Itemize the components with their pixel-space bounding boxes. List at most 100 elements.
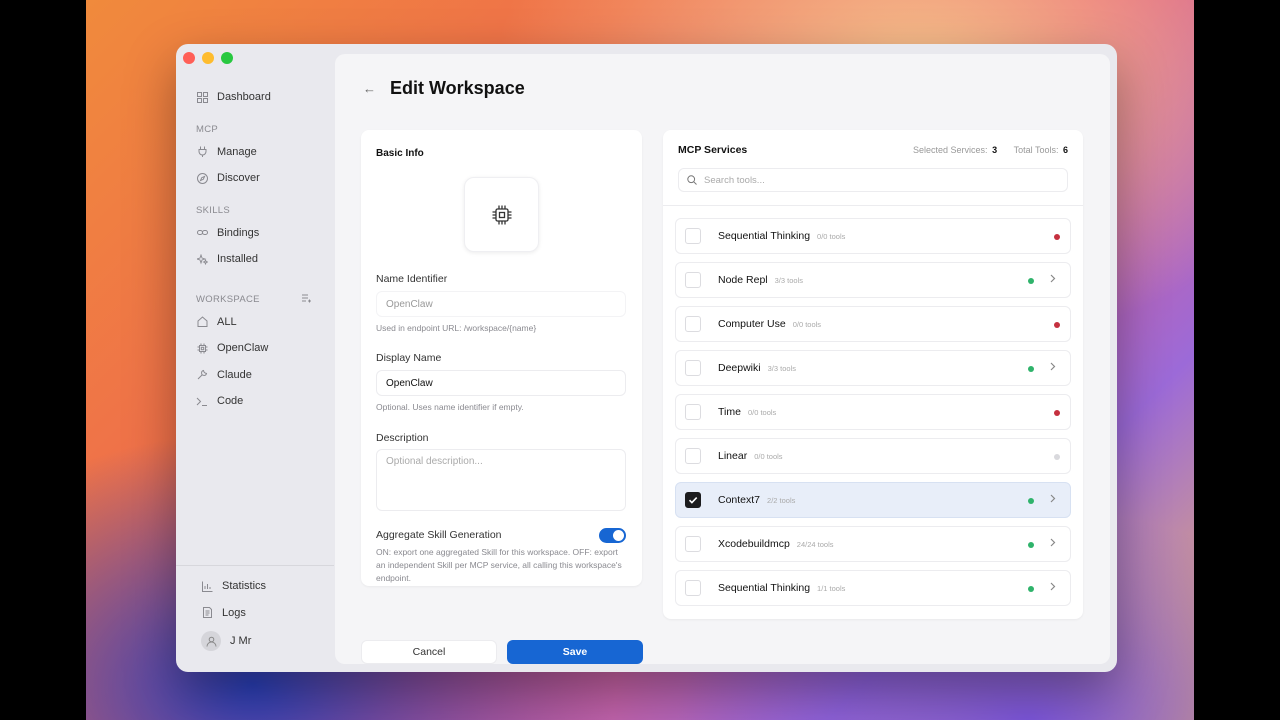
selected-services-label: Selected Services: [913,145,988,155]
sidebar-item-workspace-code[interactable]: Code [196,388,328,415]
mcp-service-row[interactable]: Deepwiki 3/3 tools [675,350,1071,386]
service-tool-count: 1/1 tools [817,583,846,593]
user-icon [206,636,216,647]
save-button[interactable]: Save [507,640,643,664]
service-checkbox[interactable] [685,492,701,508]
mcp-service-row[interactable]: Sequential Thinking 1/1 tools [675,570,1071,606]
sidebar-footer: Statistics Logs J Mr [176,565,334,656]
service-checkbox[interactable] [685,404,701,420]
basic-info-title: Basic Info [376,148,424,159]
checkmark-icon [688,497,698,504]
service-name: Linear [718,450,748,462]
service-checkbox[interactable] [685,536,701,552]
service-checkbox[interactable] [685,360,701,376]
document-icon [201,607,213,619]
sidebar-item-label: Discover [217,172,260,185]
user-name: J Mr [230,635,252,647]
chevron-right-icon[interactable] [1050,274,1056,286]
avatar [201,631,221,651]
service-name: Context7 [718,494,761,506]
search-box[interactable] [678,168,1068,192]
search-input[interactable] [704,174,1044,186]
sidebar-item-bindings[interactable]: Bindings [196,220,328,247]
grid-icon [196,91,208,103]
service-tool-count: 24/24 tools [796,539,834,549]
sidebar-item-workspace-all[interactable]: ALL [196,309,328,336]
compass-icon [196,172,208,184]
service-tool-count: 0/0 tools [817,231,846,241]
basic-info-card: Basic Info Name Identifier Used in endpo… [361,130,642,586]
sidebar-item-discover[interactable]: Discover [196,165,328,192]
service-tool-count: 3/3 tools [774,275,803,285]
divider [663,205,1083,206]
sidebar-item-statistics[interactable]: Statistics [176,573,334,600]
display-name-input[interactable] [376,370,626,396]
workspace-icon-picker[interactable] [464,177,539,252]
sidebar-item-label: Logs [222,606,246,619]
page-title: Edit Workspace [390,78,525,98]
add-list-icon[interactable] [302,294,312,306]
sidebar-item-manage[interactable]: Manage [196,139,328,166]
user-profile[interactable]: J Mr [176,626,334,656]
wrench-icon [196,369,208,381]
status-dot [1054,454,1060,460]
aggregate-skill-toggle[interactable] [599,528,626,543]
mcp-service-row[interactable]: Context7 2/2 tools [675,482,1071,518]
total-tools-label: Total Tools: [1013,145,1059,155]
name-identifier-input[interactable] [376,291,626,317]
sidebar-item-workspace-claude[interactable]: Claude [196,362,328,389]
section-title: WORKSPACE [196,294,260,305]
service-tool-count: 2/2 tools [767,495,796,505]
description-label: Description [376,432,429,444]
status-dot [1028,278,1034,284]
sidebar-item-logs[interactable]: Logs [176,600,334,627]
section-header-workspace: WORKSPACE [196,291,328,309]
mcp-service-row[interactable]: Linear 0/0 tools [675,438,1071,474]
cancel-button[interactable]: Cancel [361,640,497,664]
service-name: Node Repl [718,274,768,286]
selected-services-count: 3 [992,145,998,155]
mcp-service-row[interactable]: Sequential Thinking 0/0 tools [675,218,1071,254]
aggregate-skill-label: Aggregate Skill Generation [376,529,502,541]
service-checkbox[interactable] [685,316,701,332]
back-arrow-icon[interactable]: ← [363,81,376,96]
description-textarea[interactable] [376,449,626,511]
service-name: Deepwiki [718,362,761,374]
status-dot [1028,542,1034,548]
mcp-service-row[interactable]: Computer Use 0/0 tools [675,306,1071,342]
service-checkbox[interactable] [685,580,701,596]
section-header-skills: SKILLS [196,205,231,216]
service-name: Sequential Thinking [718,582,811,594]
mcp-service-row[interactable]: Xcodebuildmcp 24/24 tools [675,526,1071,562]
chevron-right-icon[interactable] [1050,494,1056,506]
sidebar-item-installed[interactable]: Installed [196,246,328,273]
service-checkbox[interactable] [685,272,701,288]
chevron-right-icon[interactable] [1050,362,1056,374]
main-panel: ← Edit Workspace Basic Info Name Identif… [335,54,1110,664]
chevron-right-icon[interactable] [1050,538,1056,550]
terminal-icon [196,395,208,407]
sidebar-item-workspace-openclaw[interactable]: OpenClaw [196,335,328,362]
mcp-services-title: MCP Services [678,144,748,156]
sidebar-item-label: Statistics [222,580,267,593]
chevron-right-icon[interactable] [1050,582,1056,594]
service-checkbox[interactable] [685,448,701,464]
section-header-mcp: MCP [196,124,219,135]
service-tool-count: 0/0 tools [747,407,777,417]
service-checkbox[interactable] [685,228,701,244]
mcp-service-row[interactable]: Node Repl 3/3 tools [675,262,1071,298]
status-dot [1054,410,1060,416]
sidebar: Dashboard MCP Manage Discover SKILLS Bin… [176,44,334,672]
name-identifier-hint: Used in endpoint URL: /workspace/{name} [376,323,537,333]
sidebar-item-label: Dashboard [217,91,271,104]
sidebar-item-dashboard[interactable]: Dashboard [196,84,328,111]
bar-chart-icon [201,580,213,592]
page-header: ← Edit Workspace [363,78,525,99]
mcp-service-row[interactable]: Time 0/0 tools [675,394,1071,430]
service-tool-count: 0/0 tools [792,319,822,329]
status-dot [1054,234,1060,240]
service-name: Sequential Thinking [718,230,811,242]
mcp-services-card: MCP Services Selected Services: 3 Total … [663,130,1083,619]
status-dot [1028,586,1034,592]
sidebar-nav: Dashboard MCP Manage Discover SKILLS Bin… [196,84,328,415]
